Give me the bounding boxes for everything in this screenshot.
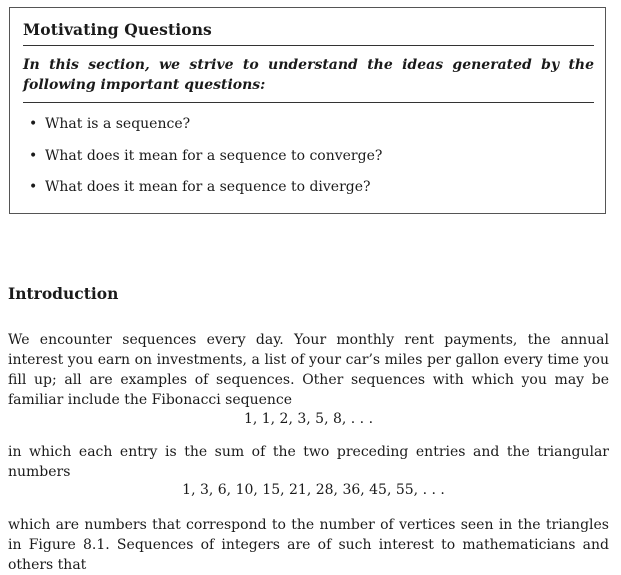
- section-heading-introduction: Introduction: [8, 284, 119, 303]
- bullet-icon: •: [29, 179, 38, 195]
- fibonacci-sequence-display: 1, 1, 2, 3, 5, 8, . . .: [243, 411, 374, 427]
- triangular-numbers-display: 1, 3, 6, 10, 15, 21, 28, 36, 45, 55, . .…: [182, 482, 445, 498]
- questions-list: • What is a sequence? • What does it mea…: [23, 116, 382, 211]
- list-item: • What is a sequence?: [23, 116, 382, 148]
- motivating-questions-box: Motivating Questions In this section, we…: [9, 7, 606, 214]
- question-text: What is a sequence?: [45, 116, 191, 132]
- bullet-icon: •: [29, 147, 38, 164]
- question-text: What does it mean for a sequence to dive…: [45, 179, 371, 195]
- motivating-questions-intro: In this section, we strive to understand…: [23, 57, 594, 93]
- intro-rule: [23, 102, 594, 103]
- motivating-questions-title: Motivating Questions: [23, 20, 212, 39]
- intro-paragraph-2: in which each entry is the sum of the tw…: [8, 444, 609, 480]
- intro-paragraph-1: We encounter sequences every day. Your m…: [8, 332, 609, 408]
- bullet-icon: •: [29, 116, 38, 132]
- list-item: • What does it mean for a sequence to di…: [23, 179, 382, 211]
- list-item: • What does it mean for a sequence to co…: [23, 148, 382, 180]
- intro-paragraph-3: which are numbers that correspond to the…: [8, 517, 609, 573]
- title-rule: [23, 45, 594, 46]
- question-text: What does it mean for a sequence to conv…: [45, 147, 383, 164]
